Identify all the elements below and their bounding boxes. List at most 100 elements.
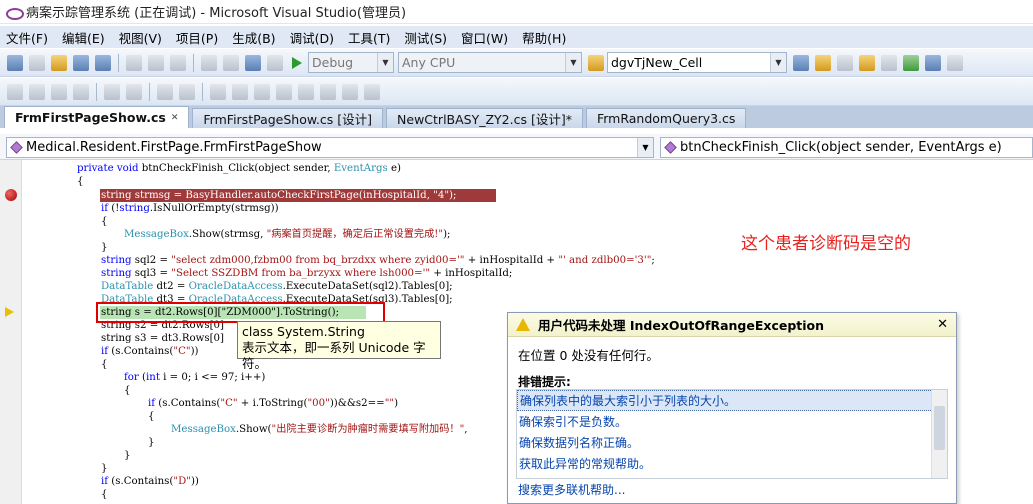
previous-bookmark-icon[interactable] xyxy=(232,83,248,100)
clear-bookmarks-icon[interactable] xyxy=(364,83,380,100)
navigate-forward-icon[interactable] xyxy=(267,54,283,71)
menu-file[interactable]: 文件(F) xyxy=(6,28,48,47)
paste-icon[interactable] xyxy=(170,54,186,71)
exception-message: 在位置 0 处没有任何行。 xyxy=(518,348,659,363)
navigate-backward-icon[interactable] xyxy=(245,54,261,71)
solution-platform-dropdown[interactable]: Any CPU ▼ xyxy=(398,52,582,73)
toolbox-icon[interactable] xyxy=(881,54,897,71)
previous-bookmark-document-icon[interactable] xyxy=(320,83,336,100)
visual-studio-logo-icon xyxy=(6,7,24,20)
code-line: { xyxy=(124,385,131,396)
menu-window[interactable]: 窗口(W) xyxy=(461,28,508,47)
solution-explorer-icon[interactable] xyxy=(815,54,831,71)
code-line: { xyxy=(101,489,108,500)
cut-icon[interactable] xyxy=(126,54,142,71)
tab-frmfirstpageshow-design[interactable]: FrmFirstPageShow.cs [设计] xyxy=(192,108,384,128)
troubleshooting-list: 确保列表中的最大索引小于列表的大小。 确保索引不是负数。 确保数据列名称正确。 … xyxy=(516,389,948,479)
exception-header: 用户代码未处理 IndexOutOfRangeException xyxy=(508,313,956,337)
menu-test[interactable]: 测试(S) xyxy=(404,28,447,47)
code-line: for (int i = 0; i <= 97; i++) xyxy=(124,372,266,383)
troubleshooting-tip[interactable]: 获取此异常的常规帮助。 xyxy=(517,453,947,474)
tab-newctrlbasy-zy2-design[interactable]: NewCtrlBASY_ZY2.cs [设计]* xyxy=(386,108,583,128)
menu-tools[interactable]: 工具(T) xyxy=(348,28,390,47)
find-icon[interactable] xyxy=(793,54,809,71)
annotation-text: 这个患者诊断码是空的 xyxy=(741,234,911,254)
tooltip-line: 表示文本，即一系列 Unicode 字符。 xyxy=(242,340,426,371)
find-value: dgvTjNew_Cell xyxy=(611,55,703,70)
code-line: } xyxy=(101,242,108,253)
troubleshooting-tip[interactable]: 确保索引不是负数。 xyxy=(517,411,947,432)
increase-indent-icon[interactable] xyxy=(126,83,142,100)
properties-icon[interactable] xyxy=(837,54,853,71)
save-icon[interactable] xyxy=(73,54,89,71)
editor-gutter[interactable] xyxy=(0,160,22,504)
menu-help[interactable]: 帮助(H) xyxy=(522,28,566,47)
method-icon xyxy=(664,141,677,154)
tab-label: FrmRandomQuery3.cs xyxy=(596,111,736,126)
display-word-completion-icon[interactable] xyxy=(73,83,89,100)
window-title: 病案示踪管理系统 (正在调试) - Microsoft Visual Studi… xyxy=(26,6,407,21)
open-file-icon[interactable] xyxy=(51,54,67,71)
search-online-help-link[interactable]: 搜索更多联机帮助... xyxy=(518,481,625,498)
tab-frmrandomquery3-cs[interactable]: FrmRandomQuery3.cs xyxy=(585,108,747,128)
chevron-down-icon: ▼ xyxy=(377,53,393,72)
copy-icon[interactable] xyxy=(148,54,164,71)
toggle-bookmark-icon[interactable] xyxy=(210,83,226,100)
toolbar-separator xyxy=(96,82,97,101)
close-icon[interactable]: ✕ xyxy=(171,113,179,123)
menu-view[interactable]: 视图(V) xyxy=(119,28,162,47)
list-scrollbar[interactable] xyxy=(931,390,947,478)
undo-icon[interactable] xyxy=(201,54,217,71)
uncomment-icon[interactable] xyxy=(179,83,195,100)
extension-manager-icon[interactable] xyxy=(925,54,941,71)
quick-info-tooltip: class System.String 表示文本，即一系列 Unicode 字符… xyxy=(237,321,441,371)
code-line: { xyxy=(101,216,108,227)
add-item-icon[interactable] xyxy=(29,54,45,71)
toolbar-separator xyxy=(118,53,119,72)
code-line: } xyxy=(148,437,155,448)
find-in-files-icon[interactable] xyxy=(588,54,604,71)
tab-frmfirstpageshow-cs[interactable]: FrmFirstPageShow.cs ✕ xyxy=(4,106,190,128)
member-dropdown[interactable]: btnCheckFinish_Click(object sender, Even… xyxy=(660,137,1033,158)
toolbar-separator xyxy=(193,53,194,72)
breakpoint-icon[interactable] xyxy=(5,189,17,201)
toolbar-options-icon[interactable] xyxy=(947,54,963,71)
code-line: { xyxy=(101,359,108,370)
menu-build[interactable]: 生成(B) xyxy=(232,28,275,47)
object-browser-icon[interactable] xyxy=(859,54,875,71)
find-combo[interactable]: dgvTjNew_Cell ▼ xyxy=(607,52,787,73)
troubleshooting-tip[interactable]: 确保数据列名称正确。 xyxy=(517,432,947,453)
display-object-member-list-icon[interactable] xyxy=(7,83,23,100)
previous-bookmark-folder-icon[interactable] xyxy=(276,83,292,100)
display-parameter-info-icon[interactable] xyxy=(29,83,45,100)
toolbar-separator xyxy=(149,82,150,101)
code-line: } xyxy=(124,450,131,461)
decrease-indent-icon[interactable] xyxy=(104,83,120,100)
next-bookmark-folder-icon[interactable] xyxy=(298,83,314,100)
menu-project[interactable]: 项目(P) xyxy=(176,28,218,47)
type-dropdown[interactable]: Medical.Resident.FirstPage.FrmFirstPageS… xyxy=(6,137,654,158)
menu-debug[interactable]: 调试(D) xyxy=(290,28,334,47)
troubleshooting-tip[interactable]: 确保列表中的最大索引小于列表的大小。 xyxy=(517,390,947,411)
code-line: if (s.Contains("D")) xyxy=(101,476,199,487)
close-icon[interactable]: ✕ xyxy=(937,317,948,332)
comment-out-icon[interactable] xyxy=(157,83,173,100)
redo-icon[interactable] xyxy=(223,54,239,71)
code-line: if (!string.IsNullOrEmpty(strmsg)) xyxy=(101,203,279,214)
solution-configuration-dropdown[interactable]: Debug ▼ xyxy=(308,52,394,73)
code-line: MessageBox.Show("出院主要诊断为肿瘤时需要填写附加码！", xyxy=(171,424,468,435)
next-bookmark-document-icon[interactable] xyxy=(342,83,358,100)
display-quick-info-icon[interactable] xyxy=(51,83,67,100)
start-page-icon[interactable] xyxy=(903,54,919,71)
current-statement-arrow-icon xyxy=(5,307,14,317)
save-all-icon[interactable] xyxy=(95,54,111,71)
exception-title: 用户代码未处理 IndexOutOfRangeException xyxy=(538,318,825,333)
scrollbar-thumb[interactable] xyxy=(934,406,945,450)
menu-edit[interactable]: 编辑(E) xyxy=(62,28,105,47)
troubleshooting-label: 排错提示: xyxy=(518,375,571,389)
chevron-down-icon: ▼ xyxy=(770,53,786,72)
start-debugging-icon[interactable] xyxy=(292,56,302,69)
code-line: if (s.Contains("C" + i.ToString("00"))&&… xyxy=(148,398,399,409)
next-bookmark-icon[interactable] xyxy=(254,83,270,100)
new-project-icon[interactable] xyxy=(7,54,23,71)
